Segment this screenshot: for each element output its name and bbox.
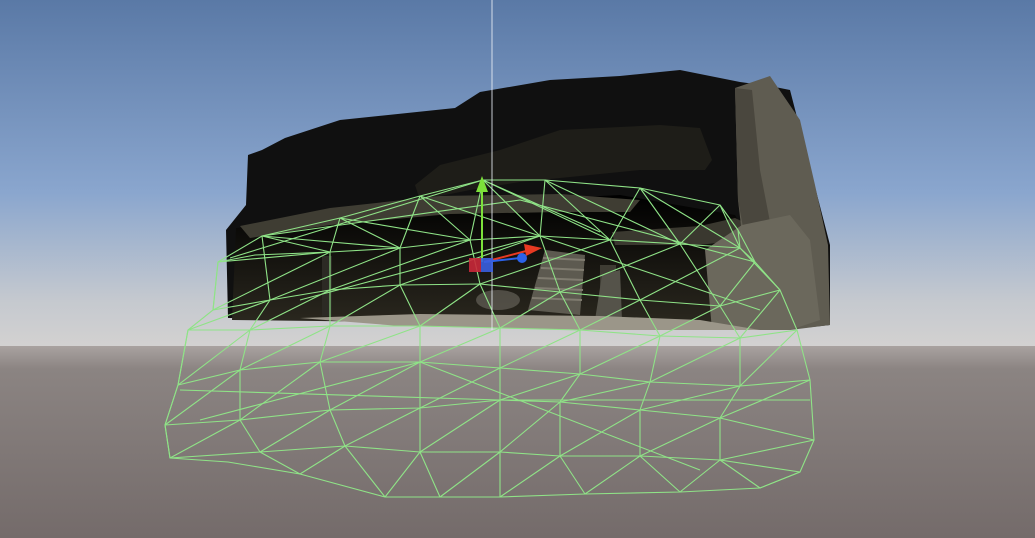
ground-plane xyxy=(0,346,1035,538)
scene-viewport[interactable] xyxy=(0,0,1035,538)
gizmo-z-handle-icon[interactable] xyxy=(517,253,527,263)
gizmo-center-red-marker[interactable] xyxy=(469,258,481,272)
mist xyxy=(476,290,520,310)
scene-canvas[interactable] xyxy=(0,0,1035,538)
gizmo-center-blue-marker[interactable] xyxy=(481,258,493,272)
